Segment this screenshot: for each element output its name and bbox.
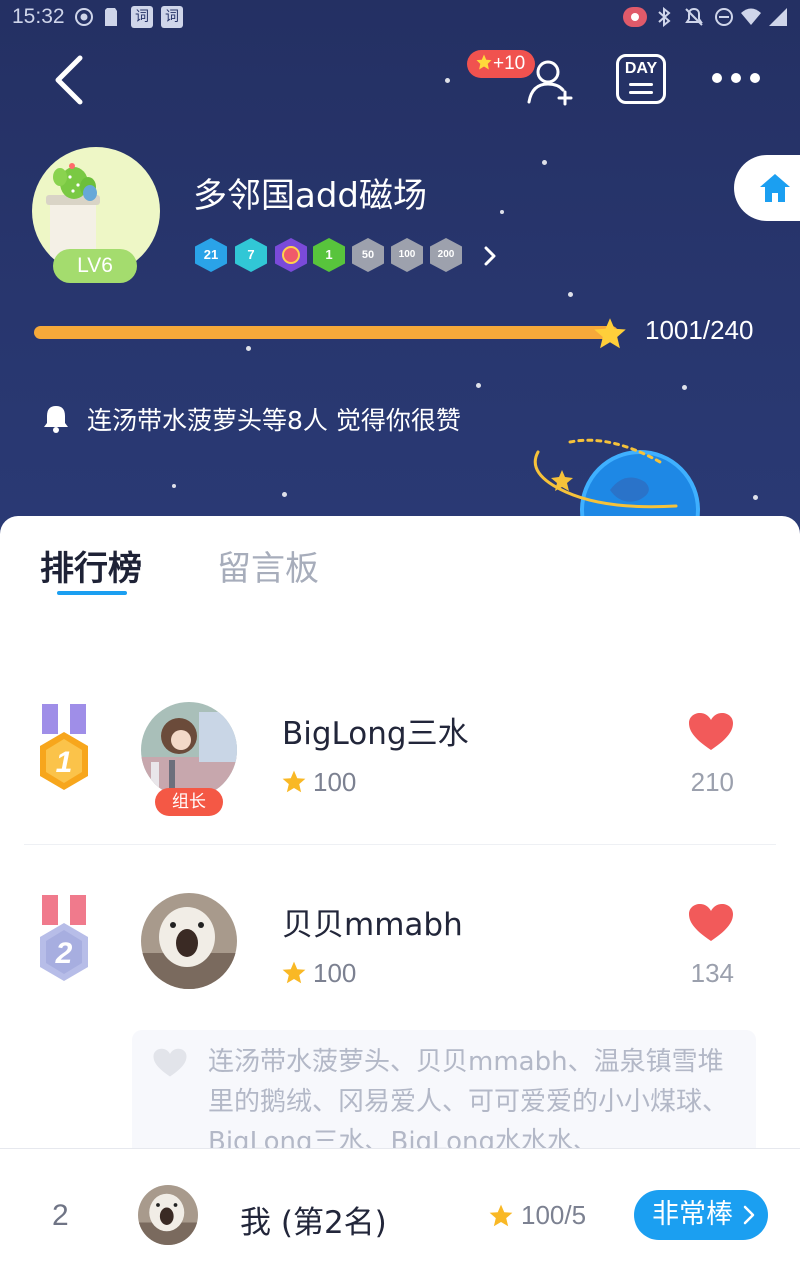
tab-ranking[interactable]: 排行榜: [40, 541, 142, 590]
likers-names: 连汤带水菠萝头、贝贝mmabh、温泉镇雪堆里的鹅绒、冈易爱人、可可爱爱的小小煤球…: [208, 1047, 729, 1157]
sky-star-decoration: [500, 210, 504, 214]
do-not-disturb-icon: [715, 8, 733, 26]
more-dot: [750, 73, 760, 83]
star-icon: [476, 54, 492, 70]
bluetooth-icon: [658, 7, 671, 27]
status-bar: 15:32 词 词: [0, 0, 800, 34]
row-divider: [24, 844, 776, 845]
star-icon: [282, 961, 306, 984]
tab-active-indicator: [57, 591, 127, 595]
member-score: 100: [313, 958, 357, 988]
record-icon: [75, 8, 93, 26]
ranking-row[interactable]: 2 贝贝mmabh 100 134: [0, 893, 800, 1043]
cat-avatar-image: [138, 1185, 198, 1245]
wifi-icon: [741, 8, 761, 25]
home-icon: [760, 174, 790, 202]
day-icon-line: [629, 91, 653, 94]
more-options-button[interactable]: [708, 66, 764, 90]
mute-icon: [685, 7, 703, 26]
star-icon: [282, 770, 306, 793]
heart-icon[interactable]: [688, 712, 734, 752]
member-name: BigLong三水: [282, 716, 469, 752]
daily-checkin-button[interactable]: DAY: [616, 54, 666, 104]
tab-message-board[interactable]: 留言板: [217, 541, 319, 590]
more-dot: [731, 73, 741, 83]
member-avatar[interactable]: [141, 702, 237, 798]
rank-number: 1: [55, 746, 73, 779]
anime-girl-avatar-image: [141, 702, 237, 798]
bell-icon: [44, 406, 68, 433]
sky-star-decoration: [568, 292, 573, 297]
member-score: 100: [313, 767, 357, 797]
home-button[interactable]: [734, 155, 800, 221]
sky-star-decoration: [542, 160, 547, 165]
group-name: 多邻国add磁场: [193, 176, 427, 216]
signal-icon: [769, 8, 787, 26]
group-level-badge: LV6: [53, 249, 137, 283]
my-avatar[interactable]: [138, 1185, 198, 1245]
member-name: 贝贝mmabh: [282, 907, 463, 943]
heart-icon: [153, 1048, 187, 1077]
cheer-button-label: 非常棒: [652, 1199, 733, 1230]
cat-avatar-image: [141, 893, 237, 989]
progress-value: 1001/240: [645, 315, 754, 345]
back-button[interactable]: [46, 52, 96, 108]
sky-star-decoration: [246, 346, 251, 351]
sky-star-decoration: [282, 492, 287, 497]
dict-app-icon: 词: [131, 6, 153, 28]
sd-card-icon: [105, 8, 117, 26]
star-icon: [489, 1204, 513, 1227]
group-progress-bar: [34, 326, 618, 339]
sky-star-decoration: [445, 78, 450, 83]
rank-number: 2: [55, 937, 73, 970]
likes-notice[interactable]: 连汤带水菠萝头等8人 觉得你很赞: [87, 401, 461, 437]
my-rank-label: 我 (第2名): [240, 1205, 387, 1241]
sky-star-decoration: [682, 385, 687, 390]
heart-icon[interactable]: [688, 903, 734, 943]
member-avatar[interactable]: [141, 893, 237, 989]
star-icon: [594, 318, 626, 349]
reward-badge: +10: [467, 50, 536, 78]
chevron-right-icon[interactable]: [480, 243, 500, 269]
cast-icon: [623, 7, 647, 27]
sky-star-decoration: [476, 383, 481, 388]
my-rank-bar: 2 我 (第2名) 100/5 非常棒: [0, 1148, 800, 1280]
dict-app-icon: 词: [161, 6, 183, 28]
reward-badge-text: +10: [493, 53, 526, 74]
cheer-button[interactable]: 非常棒: [634, 1190, 768, 1240]
chevron-right-icon: [743, 1205, 755, 1225]
like-count: 134: [690, 958, 734, 988]
my-rank-number: 2: [52, 1199, 69, 1232]
more-dot: [712, 73, 722, 83]
day-icon: DAY: [624, 60, 658, 77]
status-time: 15:32: [12, 5, 65, 28]
leader-tag: 组长: [155, 788, 223, 816]
sky-star-decoration: [753, 495, 758, 500]
day-icon-line: [629, 83, 653, 86]
ranking-row[interactable]: 1 组长 BigLong三水 100 210: [0, 702, 800, 852]
like-count: 210: [690, 767, 734, 797]
my-score: 100/5: [521, 1200, 587, 1230]
sky-star-decoration: [172, 484, 176, 488]
